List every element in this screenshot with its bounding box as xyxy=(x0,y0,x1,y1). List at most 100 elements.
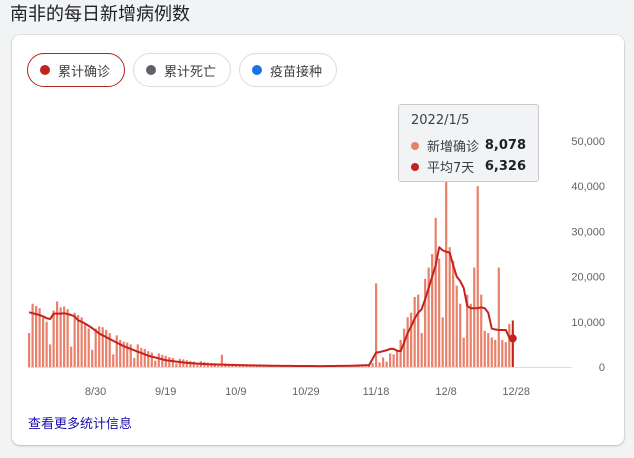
bar xyxy=(371,362,374,367)
bar xyxy=(392,354,395,367)
bar xyxy=(501,339,504,367)
bar xyxy=(38,308,41,367)
x-tick-label: 12/8 xyxy=(435,386,456,398)
bar xyxy=(473,267,476,367)
bar xyxy=(445,172,448,367)
y-tick-label: 40,000 xyxy=(571,181,605,193)
bar xyxy=(424,278,427,367)
x-tick-label: 11/18 xyxy=(363,386,390,398)
bar xyxy=(154,360,157,367)
bar xyxy=(80,317,83,367)
bar xyxy=(385,361,388,367)
bar xyxy=(452,260,455,367)
bar xyxy=(455,285,458,367)
bar xyxy=(448,247,451,367)
bar xyxy=(406,317,409,367)
bar xyxy=(438,258,441,367)
cases-card: 累计确诊 累计死亡 疫苗接种 0 10,000 20,000 30,000 40,000… xyxy=(12,35,624,445)
bar xyxy=(504,342,507,367)
bar xyxy=(136,344,139,367)
bar xyxy=(420,333,423,367)
bar xyxy=(413,296,416,367)
bar xyxy=(476,186,479,367)
x-tick-label: 8/30 xyxy=(85,386,106,398)
bar xyxy=(112,354,115,367)
x-tick-label: 10/9 xyxy=(225,386,246,398)
bar xyxy=(143,348,146,367)
bar xyxy=(73,312,76,367)
bar xyxy=(417,294,420,367)
bar xyxy=(494,339,497,367)
bar xyxy=(45,321,48,367)
bar xyxy=(487,333,490,367)
bar xyxy=(164,355,167,367)
y-tick-label: 50,000 xyxy=(571,136,605,148)
bar xyxy=(147,351,150,367)
bar xyxy=(490,337,493,367)
bar xyxy=(434,217,437,367)
bar xyxy=(462,337,465,367)
y-tick-label: 0 xyxy=(599,362,605,374)
x-tick-label: 10/29 xyxy=(292,386,320,398)
y-tick-label: 10,000 xyxy=(571,317,605,329)
avg-point xyxy=(508,334,517,343)
bar xyxy=(150,352,153,367)
bar xyxy=(66,309,69,367)
bar xyxy=(94,328,97,367)
daily-cases-chart[interactable]: 0 10,000 20,000 30,000 40,000 50,000 8/30 9/19 1… xyxy=(12,35,624,405)
bar xyxy=(28,333,31,367)
bar xyxy=(364,366,367,367)
tooltip-label: 平均7天 xyxy=(427,161,475,176)
bar xyxy=(508,324,511,367)
y-tick-label: 20,000 xyxy=(571,272,605,284)
bar xyxy=(56,301,59,367)
bar xyxy=(161,354,164,367)
bar xyxy=(42,317,45,367)
bar xyxy=(52,310,55,367)
bar xyxy=(77,315,80,367)
tooltip-label: 新增确诊 xyxy=(427,140,480,155)
bar xyxy=(49,344,52,367)
bar xyxy=(459,303,462,367)
bar xyxy=(101,327,104,367)
chart-tooltip: 2022/1/5 新增确诊 8,078 平均7天 6,326 xyxy=(398,104,539,182)
bar xyxy=(441,317,444,367)
bar xyxy=(168,357,171,367)
bar xyxy=(378,362,381,367)
bar xyxy=(217,365,220,367)
x-tick-label: 9/19 xyxy=(155,386,176,398)
bar xyxy=(403,328,406,367)
bar xyxy=(133,357,136,367)
salmon-dot-icon xyxy=(411,141,419,150)
page-title: 南非的每日新增病例数 xyxy=(10,4,190,25)
bar xyxy=(63,306,66,367)
bar xyxy=(399,339,402,367)
bar xyxy=(396,351,399,367)
bar xyxy=(410,312,413,367)
tooltip-value: 8,078 xyxy=(484,138,526,153)
tooltip-value: 6,326 xyxy=(484,159,526,174)
bar xyxy=(469,303,472,367)
bar xyxy=(105,329,108,367)
x-tick-label: 12/28 xyxy=(502,386,530,398)
tooltip-date: 2022/1/5 xyxy=(411,113,470,128)
bar xyxy=(175,363,178,367)
bar xyxy=(157,353,160,367)
bar xyxy=(140,348,143,367)
bar xyxy=(84,324,87,367)
more-stats-link[interactable]: 查看更多统计信息 xyxy=(28,413,132,432)
bar xyxy=(91,349,94,367)
bar xyxy=(59,307,62,367)
bar xyxy=(480,294,483,367)
bar xyxy=(196,364,199,367)
bar xyxy=(382,357,385,367)
tooltip-row-7day-avg: 平均7天 6,326 xyxy=(411,156,526,177)
bar xyxy=(70,346,73,367)
bar xyxy=(389,353,392,367)
red-dot-icon xyxy=(411,162,419,171)
y-tick-label: 30,000 xyxy=(571,226,605,238)
bar xyxy=(171,357,174,367)
bar xyxy=(115,335,118,367)
bar xyxy=(483,330,486,367)
tooltip-row-new-cases: 新增确诊 8,078 xyxy=(411,135,526,156)
